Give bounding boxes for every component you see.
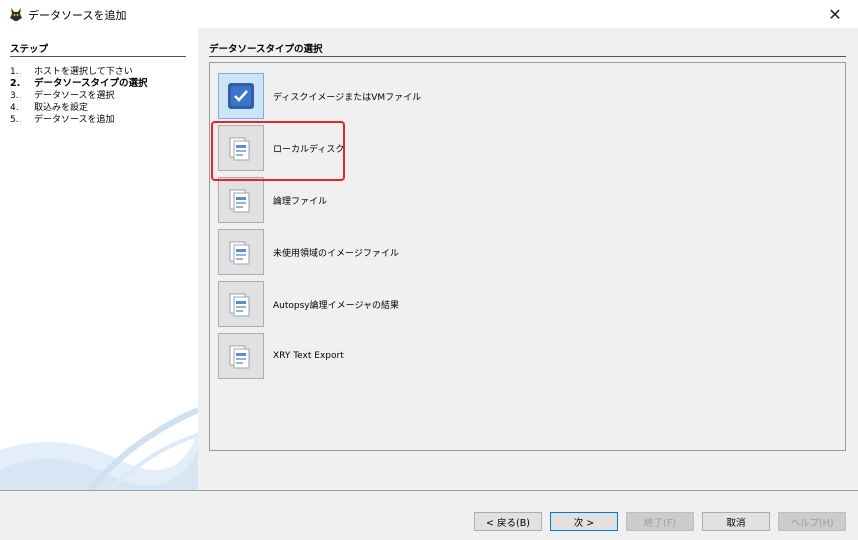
step-item: 4. 取込みを設定 <box>10 102 148 114</box>
type-option-xry-export[interactable]: XRY Text Export <box>218 333 344 379</box>
type-label: Autopsy論理イメージャの結果 <box>273 300 399 311</box>
highlight-box <box>211 121 345 181</box>
step-item: 5. データソースを追加 <box>10 114 148 126</box>
type-option-disk-image[interactable]: ディスクイメージまたはVMファイル <box>218 73 421 119</box>
type-label: XRY Text Export <box>273 351 344 361</box>
type-option-logical-files[interactable]: 論理ファイル <box>218 177 327 223</box>
window-title: データソースを追加 <box>28 9 127 22</box>
logical-imager-icon <box>229 293 250 317</box>
type-button-logical-imager[interactable] <box>218 281 264 327</box>
step-item-active: 2. データソースタイプの選択 <box>10 78 148 90</box>
button-bar: < 戻る(B) 次 > 終了(F) 取消 ヘルプ(H) <box>0 490 858 540</box>
disk-image-icon <box>228 83 254 109</box>
step-number: 5. <box>10 115 19 125</box>
decorative-wave <box>0 407 198 490</box>
steps-list: 1. ホストを選択して下さい 2. データソースタイプの選択 3. データソースを選択… <box>10 66 148 126</box>
step-number: 4. <box>10 103 19 113</box>
finish-button[interactable]: 終了(F) <box>626 512 694 531</box>
type-label: 論理ファイル <box>273 196 328 207</box>
main-panel: データソースタイプの選択 ディスクイメージまたはVMファイル ローカルディスク … <box>198 28 858 490</box>
step-label: データソースタイプの選択 <box>34 78 148 89</box>
back-button[interactable]: < 戻る(B) <box>474 512 542 531</box>
next-button[interactable]: 次 > <box>550 512 618 531</box>
step-label: データソースを追加 <box>34 115 115 125</box>
logical-files-icon <box>229 189 250 213</box>
step-item: 3. データソースを選択 <box>10 90 148 102</box>
help-button[interactable]: ヘルプ(H) <box>778 512 846 531</box>
type-label: ディスクイメージまたはVMファイル <box>273 92 422 103</box>
close-icon: ✕ <box>828 4 842 24</box>
steps-heading: ステップ <box>10 41 186 57</box>
type-button-logical-files[interactable] <box>218 177 264 223</box>
type-button-unallocated[interactable] <box>218 229 264 275</box>
type-label: 未使用領域のイメージファイル <box>273 248 399 259</box>
type-option-logical-imager[interactable]: Autopsy論理イメージャの結果 <box>218 281 399 327</box>
step-number: 3. <box>10 91 19 101</box>
type-button-xry-export[interactable] <box>218 333 264 379</box>
close-button[interactable]: ✕ <box>812 0 858 28</box>
cancel-button[interactable]: 取消 <box>702 512 770 531</box>
type-button-disk-image[interactable] <box>218 73 264 119</box>
xry-export-icon <box>229 345 250 369</box>
section-heading: データソースタイプの選択 <box>209 41 846 57</box>
step-label: データソースを選択 <box>34 91 115 101</box>
step-item: 1. ホストを選択して下さい <box>10 66 148 78</box>
step-number: 2. <box>10 78 21 89</box>
steps-panel: ステップ 1. ホストを選択して下さい 2. データソースタイプの選択 3. データソ… <box>0 28 198 490</box>
type-option-unallocated[interactable]: 未使用領域のイメージファイル <box>218 229 399 275</box>
step-label: 取込みを設定 <box>34 103 89 113</box>
autopsy-dog-icon <box>10 8 22 21</box>
step-label: ホストを選択して下さい <box>34 67 133 77</box>
unallocated-image-icon <box>229 241 250 265</box>
step-number: 1. <box>10 67 19 77</box>
title-bar: データソースを追加 ✕ <box>0 0 858 28</box>
